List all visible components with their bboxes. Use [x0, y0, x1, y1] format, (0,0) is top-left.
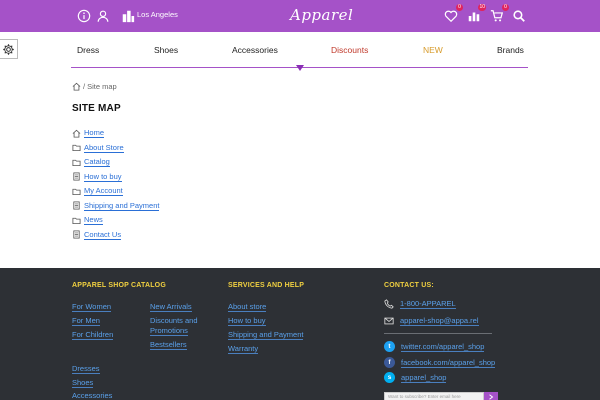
folder-icon — [72, 188, 81, 195]
document-icon — [73, 230, 80, 239]
info-icon[interactable] — [76, 8, 92, 24]
sitemap-item-about-store[interactable]: About Store — [72, 142, 124, 154]
footer-link-for-men[interactable]: For Men — [72, 316, 100, 326]
sitemap-item-contact-us[interactable]: Contact Us — [72, 229, 122, 241]
contact-twitter-row: t twitter.com/apparel_shop — [384, 341, 485, 352]
nav-item-brands[interactable]: Brands — [497, 45, 524, 55]
document-icon — [73, 201, 80, 210]
cart-count-badge: 0 — [502, 4, 509, 11]
twitter-icon: t — [384, 341, 395, 352]
footer-link-for-children[interactable]: For Children — [72, 330, 114, 340]
footer-link-about-store[interactable]: About store — [228, 302, 267, 312]
search-icon[interactable] — [511, 8, 527, 24]
wishlist-count-badge: 0 — [456, 4, 463, 11]
page-title: SITE MAP — [72, 103, 121, 114]
city-selector[interactable]: Los Angeles — [137, 10, 178, 19]
footer-contact-divider — [384, 333, 492, 334]
footer-link-warranty[interactable]: Warranty — [228, 344, 259, 354]
main-navigation: Dress Shoes Accessories Discounts NEW Br… — [71, 32, 528, 68]
sitemap-link[interactable]: How to buy — [84, 172, 122, 182]
newsletter-email-input[interactable]: Want to subscribe? Enter email here — [384, 392, 484, 400]
sitemap-item-home[interactable]: Home — [72, 127, 105, 139]
footer-link-shipping-and-payment[interactable]: Shipping and Payment — [228, 330, 304, 340]
nav-item-dress[interactable]: Dress — [77, 45, 99, 55]
footer-link-shoes[interactable]: Shoes — [72, 378, 94, 388]
user-icon[interactable] — [95, 8, 111, 24]
footer-link-dresses[interactable]: Dresses — [72, 364, 100, 374]
footer-catalog-title: APPAREL SHOP CATALOG — [72, 282, 166, 289]
newsletter-submit-button[interactable] — [484, 392, 498, 400]
sitemap-link[interactable]: Home — [84, 128, 105, 138]
footer-link-discounts[interactable]: Discounts and — [150, 316, 198, 325]
folder-icon — [72, 159, 81, 166]
breadcrumb-separator: / — [83, 82, 86, 91]
sitemap-link[interactable]: Shipping and Payment — [84, 201, 160, 211]
wishlist-icon[interactable]: 0 — [443, 4, 463, 24]
contact-facebook-link[interactable]: facebook.com/apparel_shop — [401, 358, 496, 368]
nav-item-shoes[interactable]: Shoes — [154, 45, 178, 55]
city-icon[interactable] — [120, 8, 136, 24]
cart-icon[interactable]: 0 — [489, 4, 509, 24]
facebook-icon: f — [384, 357, 395, 368]
compare-icon[interactable]: 10 — [466, 4, 486, 24]
folder-icon — [72, 217, 81, 224]
settings-panel-toggle[interactable] — [0, 39, 18, 59]
folder-icon — [72, 144, 81, 152]
footer-link-how-to-buy[interactable]: How to buy — [228, 316, 266, 326]
gear-icon — [3, 43, 14, 55]
contact-phone-link[interactable]: 1-800-APPAREL — [400, 299, 456, 309]
footer-link-for-women[interactable]: For Women — [72, 302, 112, 312]
breadcrumb: / Site map — [72, 82, 117, 91]
sitemap-item-news[interactable]: News — [72, 214, 103, 226]
sitemap-item-how-to-buy[interactable]: How to buy — [72, 171, 122, 183]
breadcrumb-current: Site map — [87, 82, 117, 91]
sitemap-link[interactable]: News — [84, 215, 103, 225]
document-icon — [73, 172, 80, 181]
top-header-bar: Los Angeles Apparel 0 10 0 — [0, 0, 600, 32]
sitemap-link[interactable]: My Account — [84, 186, 123, 196]
mail-icon — [384, 317, 394, 325]
nav-indicator-icon — [296, 65, 304, 71]
contact-twitter-link[interactable]: twitter.com/apparel_shop — [401, 342, 485, 352]
skype-icon: s — [384, 372, 395, 383]
contact-email-link[interactable]: apparel-shop@appa.rel — [400, 316, 479, 326]
footer-link-new-arrivals[interactable]: New Arrivals — [150, 302, 192, 312]
footer-contact-title: CONTACT US: — [384, 282, 434, 289]
contact-skype-row: s apparel_shop — [384, 372, 447, 383]
footer-link-bestsellers[interactable]: Bestsellers — [150, 340, 187, 350]
footer-link-accessories[interactable]: Accessories — [72, 391, 112, 400]
contact-phone-row: 1-800-APPAREL — [384, 299, 456, 309]
sitemap-item-catalog[interactable]: Catalog — [72, 156, 110, 168]
compare-count-badge: 10 — [478, 4, 486, 11]
nav-item-new[interactable]: NEW — [423, 45, 443, 55]
contact-facebook-row: f facebook.com/apparel_shop — [384, 357, 496, 368]
sitemap-link[interactable]: Catalog — [84, 157, 110, 167]
contact-email-row: apparel-shop@appa.rel — [384, 316, 479, 326]
nav-item-discounts[interactable]: Discounts — [331, 45, 368, 55]
home-icon — [72, 129, 81, 138]
footer-services-title: SERVICES AND HELP — [228, 282, 305, 289]
site-logo[interactable]: Apparel — [290, 6, 353, 24]
sitemap-link[interactable]: Contact Us — [84, 230, 122, 240]
phone-icon — [384, 299, 394, 309]
nav-item-accessories[interactable]: Accessories — [232, 45, 278, 55]
chevron-right-icon — [489, 394, 494, 400]
sitemap-item-shipping-and-payment[interactable]: Shipping and Payment — [72, 200, 160, 212]
home-icon[interactable] — [72, 82, 81, 91]
footer-link-promotions[interactable]: Promotions — [150, 326, 188, 336]
sitemap-item-my-account[interactable]: My Account — [72, 185, 123, 197]
sitemap-link[interactable]: About Store — [84, 143, 124, 153]
contact-skype-link[interactable]: apparel_shop — [401, 373, 447, 383]
